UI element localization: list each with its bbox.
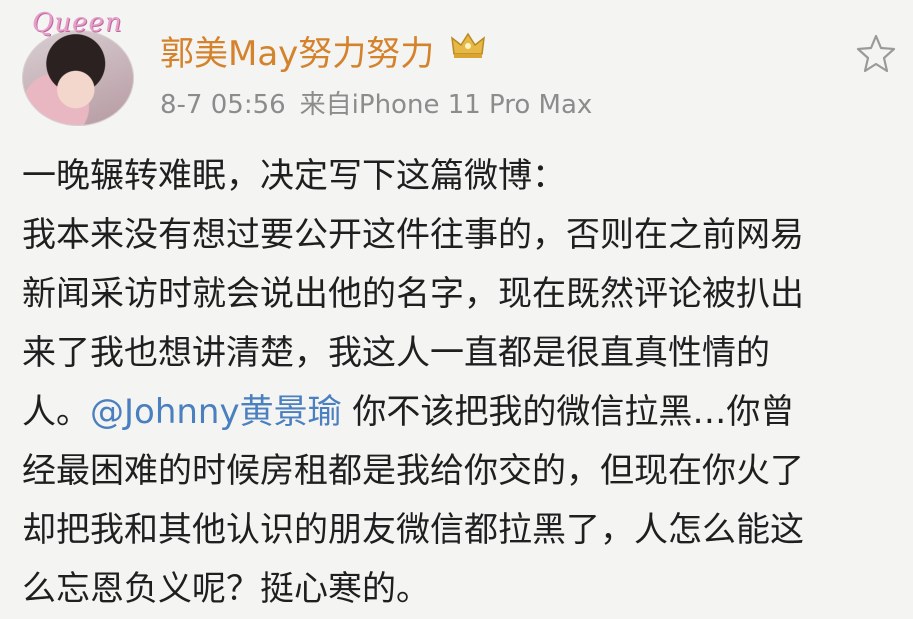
content-line: 我本来没有想过要公开这件往事的，否则在之前网易 xyxy=(22,215,804,255)
content-text: 你不该把我的微信拉黑…你曾 xyxy=(341,392,795,432)
content-line: 一晚辗转难眠，决定写下这篇微博： xyxy=(22,156,566,196)
weibo-post: Queen 郭美May努力努力 8-7 05:56 来自iPhone 11 Pro… xyxy=(0,0,913,609)
avatar-container[interactable]: Queen xyxy=(22,8,137,128)
content-text: 人。 xyxy=(22,392,90,432)
crown-icon xyxy=(451,32,485,58)
content-line: 经最困难的时候房租都是我给你交的，但现在你火了 xyxy=(22,451,804,491)
content-line-with-mention: 人。@Johnny黄景瑜 你不该把我的微信拉黑…你曾 xyxy=(22,383,902,442)
post-content: 一晚辗转难眠，决定写下这篇微博： 我本来没有想过要公开这件往事的，否则在之前网易… xyxy=(22,147,902,619)
avatar-badge: Queen xyxy=(32,8,123,38)
mention-link[interactable]: @Johnny黄景瑜 xyxy=(90,392,342,432)
username[interactable]: 郭美May努力努力 xyxy=(160,26,434,75)
avatar[interactable] xyxy=(22,30,134,126)
content-line: 新闻采访时就会说出他的名字，现在既然评论被扒出 xyxy=(22,274,804,314)
content-line: 么忘恩负义呢？挺心寒的。 xyxy=(22,569,430,609)
content-line: 却把我和其他认识的朋友微信都拉黑了，人怎么能这 xyxy=(22,510,804,550)
star-icon[interactable] xyxy=(855,32,897,74)
post-source: 来自iPhone 11 Pro Max xyxy=(299,90,593,120)
content-line: 来了我也想讲清楚，我这人一直都是很直真性情的 xyxy=(22,333,770,373)
timestamp: 8-7 05:56 xyxy=(160,90,286,120)
post-meta: 8-7 05:56 来自iPhone 11 Pro Max xyxy=(160,84,592,121)
